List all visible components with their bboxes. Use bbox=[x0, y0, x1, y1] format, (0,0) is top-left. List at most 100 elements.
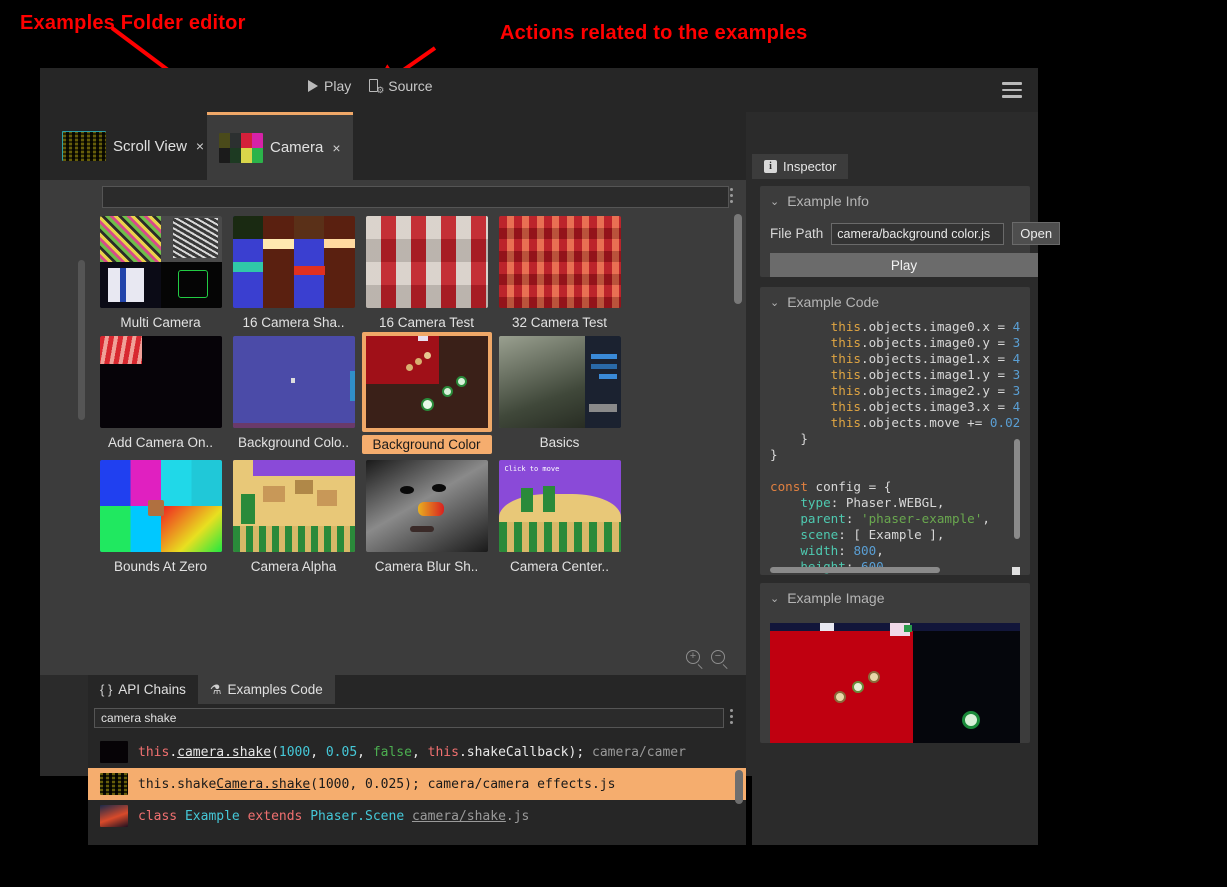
example-thumbnail[interactable] bbox=[99, 216, 222, 308]
tab-api-chains[interactable]: { } API Chains bbox=[88, 675, 198, 704]
play-button[interactable]: Play bbox=[308, 78, 351, 94]
example-thumbnail[interactable] bbox=[232, 336, 355, 428]
zoom-out-icon[interactable]: − bbox=[711, 650, 728, 669]
example-cell[interactable]: 16 Camera Test bbox=[360, 216, 493, 330]
example-cell[interactable]: 16 Camera Sha.. bbox=[227, 216, 360, 330]
inspector-tab-bar: i Inspector bbox=[752, 154, 849, 180]
result-code-2: class Example extends Phaser.Scene camer… bbox=[138, 808, 530, 824]
play-button-label: Play bbox=[324, 78, 352, 94]
example-thumbnail[interactable] bbox=[498, 336, 621, 428]
code-results-list: this.camera.shake(1000, 0.05, false, thi… bbox=[88, 736, 746, 832]
zoom-in-icon[interactable]: + bbox=[686, 650, 703, 669]
code-search-row bbox=[94, 708, 740, 732]
example-cell[interactable]: Basics bbox=[493, 336, 626, 454]
example-thumbnail[interactable] bbox=[232, 216, 355, 308]
inspector-tab-label: Inspector bbox=[783, 159, 837, 174]
example-cell[interactable]: Multi Camera bbox=[94, 216, 227, 330]
example-label: Bounds At Zero bbox=[113, 559, 208, 574]
tab-thumbnail-camera bbox=[219, 132, 263, 163]
section-title: Example Info bbox=[787, 193, 869, 209]
file-path-row: File Path Open bbox=[760, 216, 1061, 253]
example-cell[interactable]: Add Camera On.. bbox=[94, 336, 227, 454]
examples-grid-row: Add Camera On.. Background Colo.. Backgr… bbox=[94, 332, 728, 454]
example-label: Basics bbox=[539, 435, 580, 450]
screenshot-root: Examples Folder editor Actions related t… bbox=[0, 0, 1227, 887]
example-label-selected: Background Color bbox=[361, 435, 492, 454]
code-result-row-selected[interactable]: this.shakeCamera.shake(1000, 0.025); cam… bbox=[88, 768, 746, 800]
section-example-code: ⌄ Example Code this.objects.image0.x = 4… bbox=[760, 287, 1030, 575]
code-search-input[interactable] bbox=[94, 708, 724, 728]
example-cell[interactable]: Bounds At Zero bbox=[94, 460, 227, 574]
bottom-tab-bar: { } API Chains ⚗ Examples Code bbox=[88, 675, 746, 704]
source-button-label: Source bbox=[388, 78, 433, 94]
left-scrollbar[interactable] bbox=[78, 260, 85, 420]
editor-tab-bar: Scroll View × Camera × bbox=[40, 112, 746, 180]
example-cell[interactable]: Camera Blur Sh.. bbox=[360, 460, 493, 574]
section-header-example-info[interactable]: ⌄ Example Info bbox=[760, 186, 1030, 216]
example-thumbnail[interactable] bbox=[232, 460, 355, 552]
example-thumbnail[interactable] bbox=[361, 332, 492, 432]
result-thumbnail bbox=[100, 773, 128, 795]
section-header-example-image[interactable]: ⌄ Example Image bbox=[760, 583, 1030, 613]
source-button[interactable]: ⚙ Source bbox=[369, 78, 433, 94]
tab-thumbnail-scroll-view bbox=[62, 131, 106, 161]
file-path-input[interactable] bbox=[831, 222, 1005, 245]
example-thumbnail[interactable] bbox=[498, 216, 621, 308]
inspector-play-button[interactable]: Play bbox=[770, 253, 1038, 277]
section-header-example-code[interactable]: ⌄ Example Code bbox=[760, 287, 1030, 317]
code-result-row[interactable]: this.camera.shake(1000, 0.05, false, thi… bbox=[88, 736, 746, 768]
example-thumbnail[interactable] bbox=[99, 336, 222, 428]
example-cell[interactable]: 32 Camera Test bbox=[493, 216, 626, 330]
code-results-scrollbar[interactable] bbox=[735, 770, 743, 804]
folder-search-row bbox=[48, 186, 738, 208]
example-cell[interactable]: Click to move Camera Center.. bbox=[493, 460, 626, 574]
editor-tab-close-icon[interactable]: × bbox=[196, 138, 204, 154]
section-title: Example Image bbox=[787, 590, 885, 606]
chevron-down-icon: ⌄ bbox=[770, 592, 780, 605]
result-thumbnail bbox=[100, 741, 128, 763]
tab-examples-code[interactable]: ⚗ Examples Code bbox=[197, 675, 335, 704]
editor-tab-camera[interactable]: Camera × bbox=[207, 112, 353, 180]
play-icon bbox=[308, 80, 318, 92]
example-cell-selected[interactable]: Background Color bbox=[360, 332, 493, 454]
folder-vertical-scrollbar[interactable] bbox=[734, 214, 742, 304]
open-button[interactable]: Open bbox=[1012, 222, 1061, 245]
top-toolbar: Play ⚙ Source bbox=[40, 68, 1038, 112]
flask-icon: ⚗ bbox=[209, 681, 222, 697]
example-thumbnail[interactable]: Click to move bbox=[498, 460, 621, 552]
example-label: Add Camera On.. bbox=[107, 435, 214, 450]
example-thumbnail[interactable] bbox=[99, 460, 222, 552]
result-code-0: this.camera.shake(1000, 0.05, false, thi… bbox=[138, 744, 686, 760]
folder-menu-three-dots-icon[interactable] bbox=[726, 188, 736, 206]
example-label: Camera Alpha bbox=[250, 559, 337, 574]
example-thumbnail[interactable] bbox=[365, 216, 488, 308]
info-icon: i bbox=[764, 160, 777, 173]
tab-label: API Chains bbox=[118, 682, 186, 697]
editor-tab-scroll-view[interactable]: Scroll View × bbox=[50, 112, 216, 180]
result-thumbnail bbox=[100, 805, 128, 827]
examples-folder-editor: Multi Camera 16 Camera Sha.. 16 Camera T… bbox=[40, 180, 746, 675]
hamburger-icon[interactable] bbox=[1002, 82, 1022, 98]
grid-zoom-controls: + − bbox=[686, 650, 728, 669]
code-result-row[interactable]: class Example extends Phaser.Scene camer… bbox=[88, 800, 746, 832]
code-search-menu-three-dots-icon[interactable] bbox=[726, 709, 736, 727]
example-cell[interactable]: Camera Alpha bbox=[227, 460, 360, 574]
section-example-image: ⌄ Example Image bbox=[760, 583, 1030, 743]
code-vertical-scrollbar[interactable] bbox=[1014, 439, 1020, 539]
annotation-label-2: Actions related to the examples bbox=[500, 22, 808, 44]
bottom-panel: { } API Chains ⚗ Examples Code this bbox=[88, 675, 746, 845]
folder-search-input[interactable] bbox=[102, 186, 729, 208]
section-example-info: ⌄ Example Info File Path Open Play bbox=[760, 186, 1061, 277]
examples-grid-row: Bounds At Zero Camera Alpha Camera Blur … bbox=[94, 460, 728, 574]
editor-tab-close-icon[interactable]: × bbox=[332, 140, 340, 156]
code-scroll-corner bbox=[1012, 567, 1020, 575]
example-thumbnail[interactable] bbox=[365, 460, 488, 552]
toolbar-actions: Play ⚙ Source bbox=[308, 78, 433, 94]
tab-inspector[interactable]: i Inspector bbox=[752, 154, 849, 179]
example-cell[interactable]: Background Colo.. bbox=[227, 336, 360, 454]
editor-tab-label: Camera bbox=[270, 139, 324, 156]
code-horizontal-scrollbar[interactable] bbox=[770, 567, 940, 573]
chevron-down-icon: ⌄ bbox=[770, 195, 780, 208]
example-label: 32 Camera Test bbox=[511, 315, 608, 330]
example-code-viewer[interactable]: this.objects.image0.x = 400 this.objects… bbox=[770, 319, 1020, 575]
